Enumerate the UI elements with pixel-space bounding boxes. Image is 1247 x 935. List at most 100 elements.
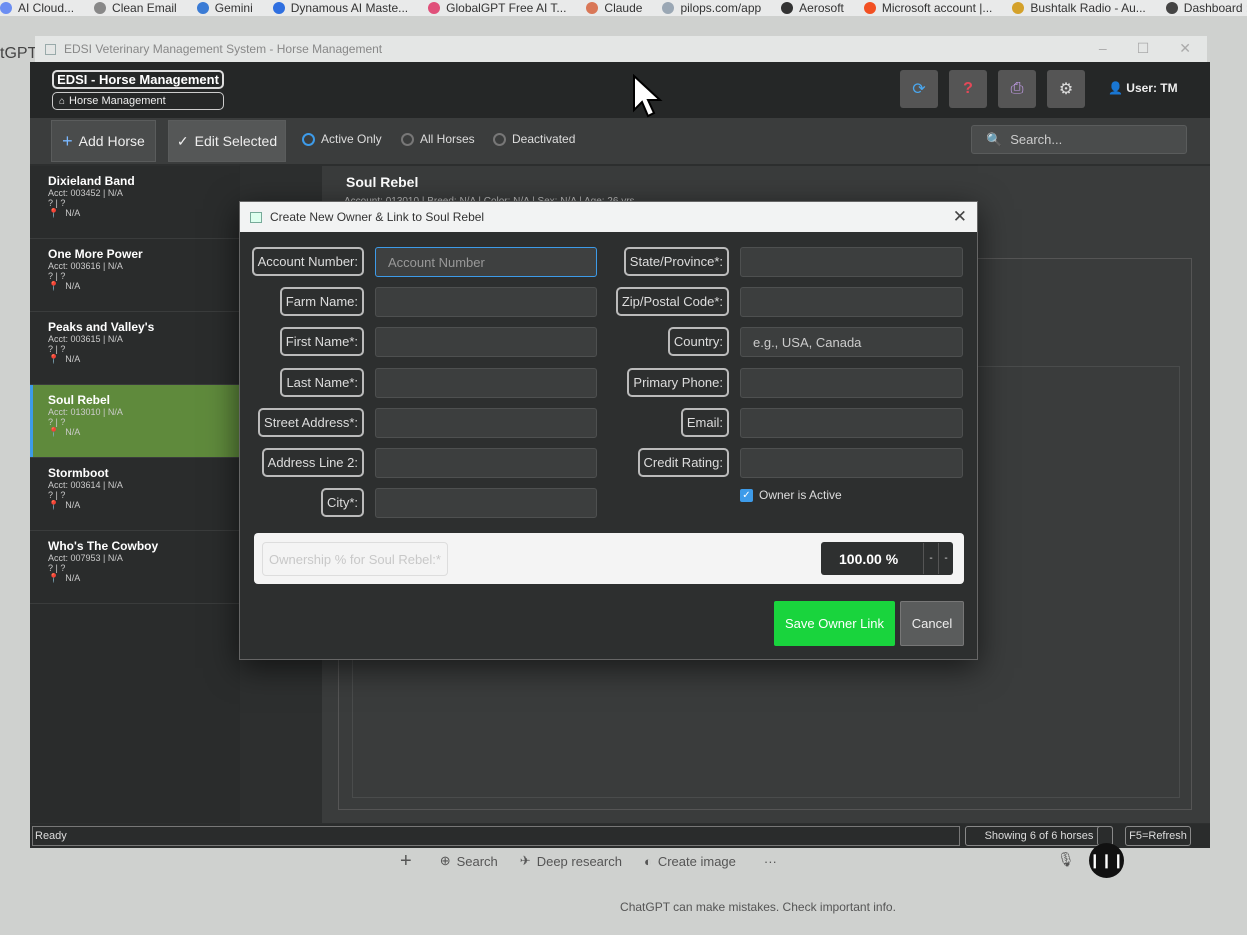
location-pin-icon: 📍 [48,573,60,583]
window-title: EDSI Veterinary Management System - Hors… [64,42,383,56]
print-button[interactable]: ⎙ [998,70,1036,108]
user-label[interactable]: 👤 User: TM [1108,81,1178,95]
filter-label: Deactivated [512,132,576,146]
horse-name: Dixieland Band [48,174,135,188]
microphone-icon[interactable]: 🎙 [1057,851,1075,868]
field-input[interactable] [375,327,597,358]
edit-selected-button[interactable]: ✓ Edit Selected [168,120,286,162]
horse-list-item[interactable]: Soul Rebel Acct: 013010 | N/A? | ? 📍 N/A [30,385,240,458]
bookmark-label: Microsoft account |... [881,1,993,15]
field-input[interactable]: Account Number [375,247,597,277]
field-input[interactable] [375,287,597,318]
radio-icon [401,132,414,146]
horse-list-item[interactable]: Stormboot Acct: 003614 | N/A? | ? 📍 N/A [30,458,240,531]
bookmark-favicon-icon [586,2,599,14]
close-icon[interactable]: ✕ [953,207,967,227]
disclaimer: ChatGPT can make mistakes. Check importa… [620,900,896,914]
bookmark-item[interactable]: GlobalGPT Free AI T... [428,1,566,15]
field-input[interactable] [740,287,963,318]
edit-selected-label: Edit Selected [194,133,278,149]
field-label: Zip/Postal Code*: [615,287,729,317]
field-input[interactable] [375,448,597,478]
field-input[interactable] [375,488,597,519]
app-header: EDSI - Horse Management ⌂ Horse Manageme… [30,62,1210,118]
bookmark-item[interactable]: Dashboard :: Nurp [1165,1,1247,15]
check-icon: ✓ [176,132,189,149]
horse-list: Dixieland Band Acct: 003452 | N/A? | ? 📍 N/… [30,166,240,823]
ownership-label: Ownership % for Soul Rebel:* [262,542,448,576]
globe-icon: ⊕ [439,853,451,868]
bookmark-item[interactable]: AI Cloud... [0,1,74,15]
help-button[interactable]: ? [949,70,987,108]
close-window-button[interactable]: ✕ [1179,40,1191,57]
field-input[interactable] [375,367,597,398]
horse-list-item[interactable]: Who's The Cowboy Acct: 007953 | N/A? | ? 📍… [30,531,240,604]
bookmark-label: Dashboard :: Nurp [1183,1,1247,15]
bookmark-favicon-icon [428,2,441,14]
search-input[interactable]: 🔍 Search... [971,125,1187,154]
user-name: User: TM [1126,81,1178,95]
horse-account: Acct: 007953 | N/A [48,553,123,563]
add-horse-button[interactable]: + Add Horse [51,120,156,162]
field-label: City*: [320,488,364,518]
horse-list-item[interactable]: One More Power Acct: 003616 | N/A? | ? 📍 N/… [30,239,240,312]
field-input[interactable] [740,448,963,478]
filter-label: Active Only [321,132,382,146]
cancel-button[interactable]: Cancel [900,601,964,646]
bookmark-item[interactable]: Clean Email [94,1,177,15]
bookmark-item[interactable]: Claude [586,1,642,15]
help-icon: ? [963,80,973,97]
horse-list-item[interactable]: Peaks and Valley's Acct: 003615 | N/A? | … [30,312,240,385]
voice-mode-button[interactable]: ❙❙❙ [1089,843,1124,878]
chatgpt-action[interactable]: + [400,850,418,873]
horse-location: N/A [65,281,81,291]
field-label: Address Line 2: [261,448,364,477]
ownership-value: 100.00 % [839,550,899,567]
telescope-icon: ✈ [519,853,531,868]
location-pin-icon: 📍 [48,354,60,364]
ownership-spinbox[interactable]: 100.00 % - - [821,542,953,575]
bookmark-favicon-icon [863,2,876,14]
minimize-button[interactable]: – [1099,40,1107,57]
filter-deactivated[interactable]: Deactivated [493,132,575,146]
bookmark-item[interactable]: pilops.com/app [662,1,761,15]
field-input[interactable] [740,407,963,438]
bookmark-item[interactable]: Aerosoft [781,1,844,15]
horse-name: Who's The Cowboy [48,539,159,553]
chatgpt-action[interactable]: ◐ Create image [644,854,736,869]
chatgpt-action[interactable]: ⊕ Search [440,853,498,869]
horse-info: ? | ? [48,344,66,354]
field-input[interactable]: e.g., USA, Canada [740,327,963,358]
field-input[interactable] [740,247,963,277]
chatgpt-action[interactable]: ··· [758,854,777,869]
decrement-button[interactable]: - [923,543,938,574]
bookmark-item[interactable]: Bushtalk Radio - Au... [1012,1,1146,15]
maximize-button[interactable]: ☐ [1137,40,1150,57]
chatgpt-action-label: Search [456,853,498,869]
horse-list-item[interactable]: Dixieland Band Acct: 003452 | N/A? | ? 📍 N/… [30,166,240,239]
bookmark-item[interactable]: Microsoft account |... [863,1,993,15]
horse-name: One More Power [48,247,143,261]
search-placeholder: Search... [1010,132,1063,147]
settings-button[interactable]: ⚙ [1047,70,1085,108]
home-icon: ⌂ [59,95,66,107]
field-input[interactable] [740,367,963,398]
bookmark-item[interactable]: Dynamous AI Maste... [272,1,408,15]
filter-active-only[interactable]: Active Only [302,132,382,146]
horse-name: Peaks and Valley's [48,320,155,334]
save-owner-link-button[interactable]: Save Owner Link [774,601,895,646]
field-label: First Name*: [279,327,364,357]
owner-active-checkbox[interactable]: ✓ Owner is Active [740,488,842,502]
refresh-button[interactable]: ⟳ [900,70,938,108]
increment-button[interactable]: - [938,543,953,574]
add-horse-label: Add Horse [78,133,145,149]
chatgpt-action[interactable]: ✈ Deep research [520,853,622,869]
bookmark-item[interactable]: Gemini [196,1,253,15]
field-input[interactable] [375,407,597,438]
radio-icon [493,132,506,146]
filter-all-horses[interactable]: All Horses [401,132,475,146]
bookmark-label: Aerosoft [799,1,844,15]
chatgpt-action-label: ··· [763,853,777,869]
waveform-icon: ❙❙❙ [1088,852,1125,868]
palette-icon: ◐ [643,853,652,869]
